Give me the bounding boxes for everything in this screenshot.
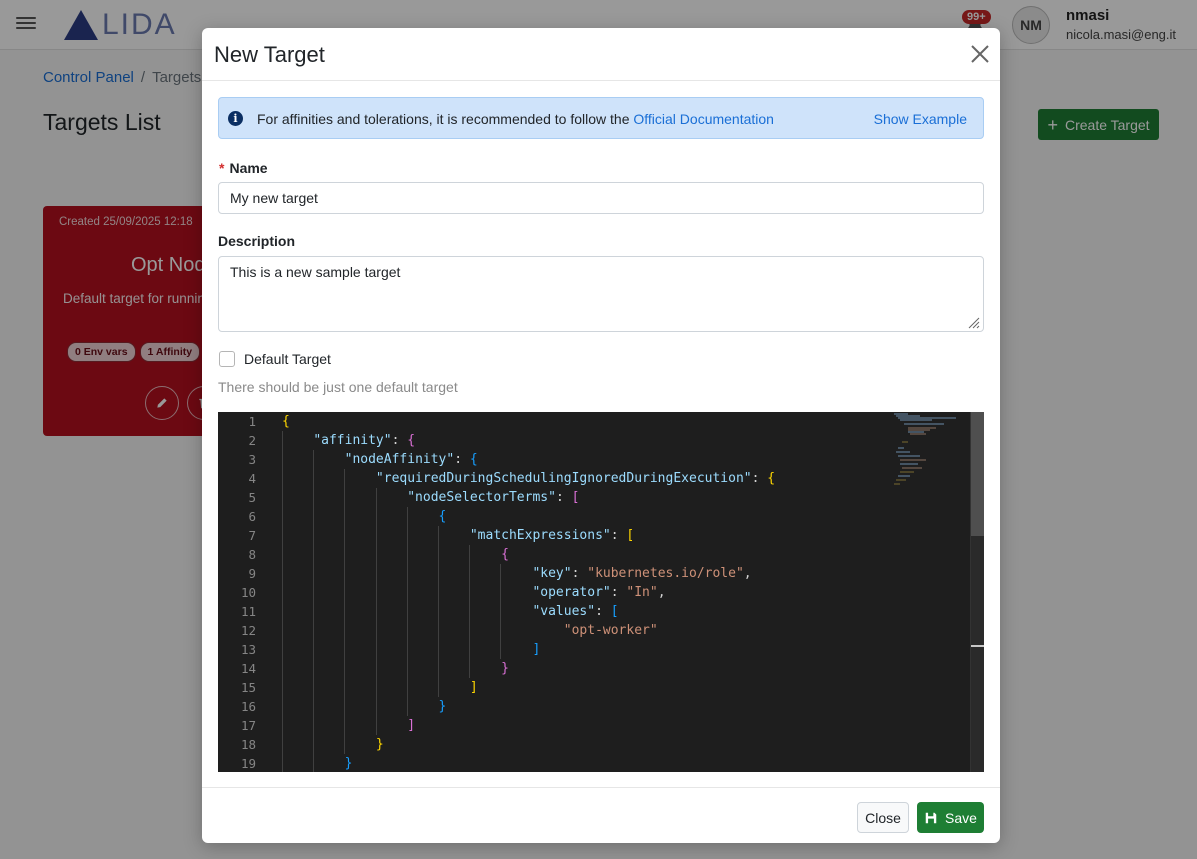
code-line[interactable]: } — [282, 735, 775, 754]
code-content[interactable]: { "affinity": { "nodeAffinity": { "requi… — [282, 412, 775, 772]
code-line[interactable]: } — [282, 754, 775, 772]
code-line[interactable]: "nodeSelectorTerms": [ — [282, 488, 775, 507]
editor-scrollbar[interactable] — [970, 412, 984, 772]
close-icon[interactable] — [970, 44, 990, 64]
required-mark: * — [219, 160, 225, 176]
modal-footer: Close Save — [202, 787, 1000, 843]
modal-header: New Target — [202, 28, 1000, 81]
modal-title: New Target — [214, 42, 325, 67]
code-line[interactable]: "nodeAffinity": { — [282, 450, 775, 469]
code-line[interactable]: "key": "kubernetes.io/role", — [282, 564, 775, 583]
line-number: 14 — [240, 661, 256, 676]
code-line[interactable]: ] — [282, 640, 775, 659]
code-line[interactable]: "affinity": { — [282, 431, 775, 450]
code-line[interactable]: "opt-worker" — [282, 621, 775, 640]
line-number: 9 — [248, 566, 256, 581]
official-documentation-link[interactable]: Official Documentation — [633, 111, 774, 127]
save-button[interactable]: Save — [917, 802, 984, 833]
code-line[interactable]: ] — [282, 678, 775, 697]
alert-message: For affinities and tolerations, it is re… — [257, 111, 634, 127]
code-line[interactable]: ] — [282, 716, 775, 735]
line-number-gutter: 1 2 3 4 5 6 7 8 9 10 11 12 13 14 15 16 17 18 19 — [218, 412, 272, 772]
default-target-hint: There should be just one default target — [218, 379, 458, 395]
line-number: 15 — [240, 680, 256, 695]
line-number: 6 — [248, 509, 256, 524]
save-label: Save — [945, 809, 977, 826]
code-line[interactable]: "matchExpressions": [ — [282, 526, 775, 545]
default-target-checkbox[interactable] — [219, 351, 235, 367]
floppy-disk-icon — [925, 812, 937, 823]
line-number: 3 — [248, 452, 256, 467]
line-number: 16 — [240, 699, 256, 714]
name-input[interactable] — [218, 182, 984, 214]
new-target-modal: New Target i For affinities and tolerati… — [202, 28, 1000, 843]
info-alert: i For affinities and tolerations, it is … — [218, 97, 984, 139]
code-line[interactable]: } — [282, 697, 775, 716]
resize-grip-icon[interactable] — [966, 315, 980, 329]
code-line[interactable]: "requiredDuringSchedulingIgnoredDuringEx… — [282, 469, 775, 488]
code-line[interactable]: { — [282, 412, 775, 431]
line-number: 12 — [240, 623, 256, 638]
line-number: 1 — [248, 414, 256, 429]
scrollbar-cursor-marker — [971, 645, 984, 647]
line-number: 13 — [240, 642, 256, 657]
line-number: 8 — [248, 547, 256, 562]
info-icon: i — [228, 111, 243, 126]
default-target-row: Default Target — [219, 351, 331, 367]
code-line[interactable]: "values": [ — [282, 602, 775, 621]
description-label: Description — [218, 233, 296, 249]
json-code-editor[interactable]: 1 2 3 4 5 6 7 8 9 10 11 12 13 14 15 16 17 18 19 { "affinit… — [218, 412, 984, 772]
code-line[interactable]: { — [282, 507, 775, 526]
code-line[interactable]: } — [282, 659, 775, 678]
name-label: * Name — [219, 160, 268, 176]
default-target-label[interactable]: Default Target — [244, 351, 331, 367]
editor-minimap[interactable] — [890, 412, 970, 492]
line-number: 4 — [248, 471, 256, 486]
line-number: 18 — [240, 737, 256, 752]
code-line[interactable]: "operator": "In", — [282, 583, 775, 602]
close-button[interactable]: Close — [857, 802, 909, 833]
scrollbar-thumb[interactable] — [971, 412, 984, 536]
line-number: 5 — [248, 490, 256, 505]
code-line[interactable]: { — [282, 545, 775, 564]
line-number: 11 — [240, 604, 256, 619]
description-textarea[interactable]: This is a new sample target — [218, 256, 984, 332]
line-number: 7 — [248, 528, 256, 543]
line-number: 2 — [248, 433, 256, 448]
alert-text: For affinities and tolerations, it is re… — [257, 111, 774, 127]
line-number: 17 — [240, 718, 256, 733]
line-number: 10 — [240, 585, 256, 600]
show-example-link[interactable]: Show Example — [874, 111, 967, 127]
name-label-text: Name — [229, 160, 268, 176]
line-number: 19 — [240, 756, 256, 771]
